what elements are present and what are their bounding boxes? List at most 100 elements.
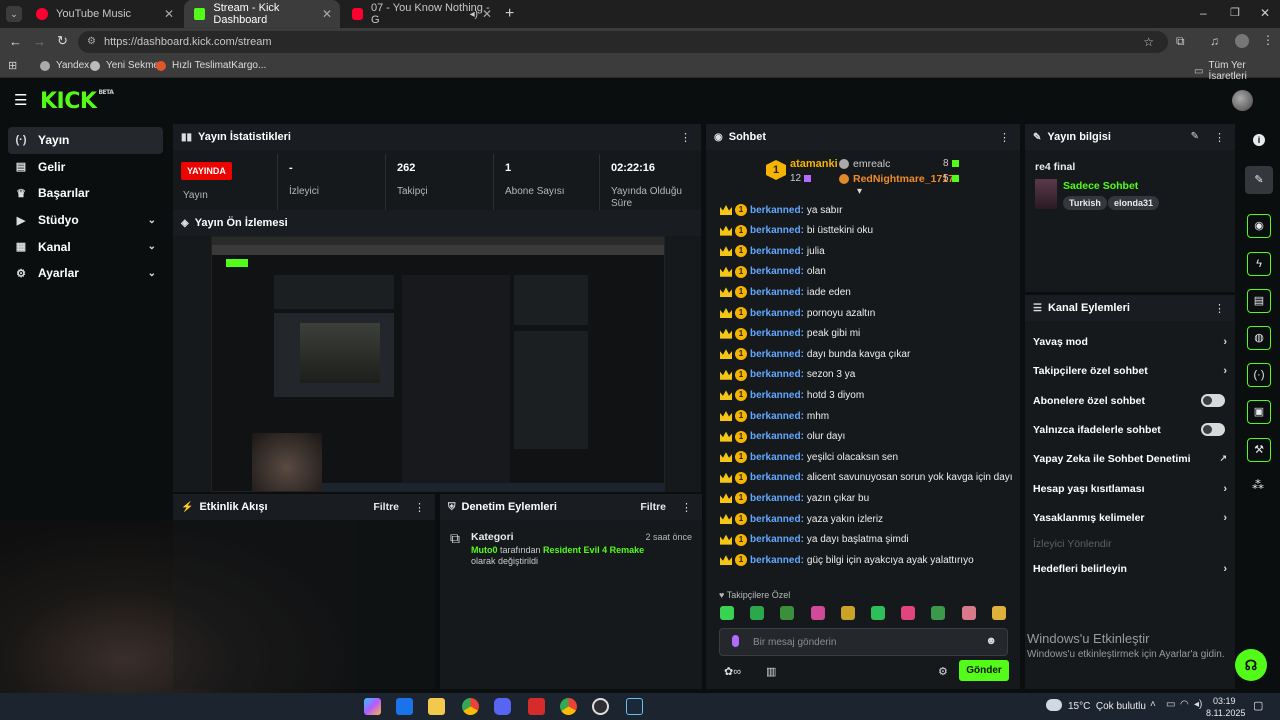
wifi-icon[interactable]: ◠ [1180, 699, 1189, 710]
chat-message[interactable]: 1 berkanned: yaza yakın izleriz [720, 509, 883, 529]
sidebar-item-gelir[interactable]: ▤ Gelir [0, 154, 168, 181]
chat-username[interactable]: berkanned: [750, 287, 804, 298]
emote-icon[interactable] [750, 606, 765, 620]
forward-icon[interactable]: → [33, 34, 46, 49]
chat-message[interactable]: 1 berkanned: bi üsttekini oku [720, 221, 873, 241]
clock-date[interactable]: 8.11.2025 [1206, 708, 1245, 718]
sidebar-item-basarilar[interactable]: ♛ Başarılar [0, 180, 168, 207]
document-icon[interactable]: ▤ [1247, 289, 1271, 313]
site-info-icon[interactable]: ⚙ [87, 31, 96, 53]
tag-elonda31[interactable]: elonda31 [1108, 196, 1160, 210]
tab-you-know-nothing[interactable]: 07 - You Know Nothing - G ◂) ✕ [342, 0, 500, 28]
chat-username[interactable]: berkanned: [750, 514, 804, 525]
chat-username[interactable]: berkanned: [750, 452, 804, 463]
action-followers-only[interactable]: Takipçilere özel sohbet › [1033, 356, 1231, 385]
send-button[interactable]: Gönder [959, 660, 1009, 681]
emoji-icon[interactable]: ☻ [985, 635, 997, 647]
mic-icon[interactable] [732, 635, 739, 647]
bookmark-kargo[interactable]: Hızlı TeslimatKargo... [156, 60, 266, 71]
expand-leaderboard-icon[interactable]: ▾ [857, 186, 862, 197]
media-icon[interactable]: ♫ [1210, 34, 1219, 48]
chrome-icon[interactable] [462, 698, 479, 715]
chat-message[interactable]: 1 berkanned: hotd 3 diyom [720, 385, 864, 405]
emote-icon[interactable] [810, 606, 825, 620]
back-icon[interactable]: ← [9, 34, 22, 49]
action-emotes-only[interactable]: Yalnızca ifadelerle sohbet [1033, 415, 1231, 444]
emote-icon[interactable] [931, 606, 946, 620]
tab-search-button[interactable]: ⌄ [6, 6, 22, 22]
chat-username[interactable]: berkanned: [750, 411, 804, 422]
notification-icon[interactable]: ▢ [1253, 699, 1263, 712]
close-tab-icon[interactable]: ✕ [322, 7, 332, 21]
extensions-icon[interactable]: ⧉ [1176, 34, 1185, 49]
chat-message[interactable]: 1 berkanned: yeşilci olacaksın sen [720, 447, 898, 467]
reload-icon[interactable]: ↻ [57, 33, 68, 49]
edit-icon[interactable]: ✎ [1191, 131, 1199, 142]
chat-message[interactable]: 1 berkanned: julia [720, 241, 825, 261]
tab-kick-dashboard[interactable]: Stream - Kick Dashboard ✕ [184, 0, 340, 28]
emotes-only-toggle[interactable] [1201, 423, 1225, 436]
dots-icon[interactable]: ⁂ [1252, 478, 1264, 492]
bookmark-yandex[interactable]: Yandex [40, 60, 89, 71]
bookmark-star-icon[interactable]: ☆ [1143, 31, 1154, 53]
emote-icon[interactable] [961, 606, 976, 620]
layout-icon[interactable]: ▣ [1247, 400, 1271, 424]
chat-username[interactable]: berkanned: [750, 205, 804, 216]
steam-icon[interactable] [626, 698, 643, 715]
chat-message[interactable]: 1 berkanned: olur dayı [720, 427, 845, 447]
emote-icon[interactable] [840, 606, 855, 620]
chat-message[interactable]: 1 berkanned: ya sabır [720, 200, 842, 220]
chat-message[interactable]: 1 berkanned: olan [720, 262, 826, 282]
sidebar-item-kanal[interactable]: ▦ Kanal ⌄ [0, 233, 168, 260]
outlook-icon[interactable] [396, 698, 413, 715]
chat-message[interactable]: 1 berkanned: güç bilgi için ayakcıya ayak … [720, 550, 974, 570]
tag-turkish[interactable]: Turkish [1063, 196, 1107, 210]
chat-message[interactable]: 1 berkanned: mhm [720, 406, 829, 426]
sidebar-item-ayarlar[interactable]: ⚙ Ayarlar ⌄ [0, 260, 168, 287]
tab-youtube-music[interactable]: YouTube Music ✕ [26, 0, 182, 28]
info-icon[interactable]: i [1253, 134, 1265, 146]
store-icon[interactable]: ▥ [766, 665, 776, 678]
bookmark-new-tab[interactable]: Yeni Sekme [90, 60, 159, 71]
discord-icon[interactable] [494, 698, 511, 715]
more-options-icon[interactable]: ⋮ [680, 131, 691, 144]
chat-username[interactable]: berkanned: [750, 266, 804, 277]
emote-icon[interactable] [780, 606, 795, 620]
obs-icon[interactable] [592, 698, 609, 715]
chat-username[interactable]: berkanned: [750, 472, 804, 483]
action-account-age[interactable]: Hesap yaşı kısıtlaması › [1033, 474, 1231, 503]
url-input[interactable]: ⚙ https://dashboard.kick.com/stream ☆ [78, 31, 1168, 53]
close-window-button[interactable]: ✕ [1260, 6, 1270, 20]
browser-menu-icon[interactable]: ⋮ [1262, 33, 1274, 47]
action-goals[interactable]: Hedefleri belirleyin › [1033, 554, 1231, 583]
chat-message[interactable]: 1 berkanned: iade eden [720, 282, 851, 302]
file-explorer-icon[interactable] [428, 698, 445, 715]
chat-username[interactable]: berkanned: [750, 534, 804, 545]
chat-bubble-icon[interactable]: ◍ [1247, 326, 1271, 350]
new-tab-button[interactable]: + [505, 5, 514, 23]
profile-avatar[interactable] [1235, 34, 1249, 48]
apps-grid-icon[interactable]: ⊞ [8, 59, 17, 72]
kick-logo[interactable]: KICK BETA [40, 89, 114, 114]
action-ai-moderation[interactable]: Yapay Zeka ile Sohbet Denetimi ↗ [1033, 444, 1231, 473]
more-options-icon[interactable]: ⋮ [999, 131, 1010, 144]
lightning-icon[interactable]: ϟ [1247, 252, 1271, 276]
network-icon[interactable]: ▭ [1166, 699, 1175, 710]
channel-points-icon[interactable]: ✿∞ [724, 665, 741, 678]
chat-message[interactable]: 1 berkanned: yazın çıkar bu [720, 488, 869, 508]
chat-username[interactable]: berkanned: [750, 431, 804, 442]
filter-button[interactable]: Filtre [640, 501, 666, 513]
weather-text[interactable]: 15°C Çok bulutlu [1068, 701, 1146, 712]
chat-input[interactable]: Bir mesaj gönderin ☻ [719, 628, 1008, 656]
more-options-icon[interactable]: ⋮ [414, 501, 425, 514]
minimize-button[interactable]: – [1200, 6, 1207, 20]
action-banned-words[interactable]: Yasaklanmış kelimeler › [1033, 503, 1231, 532]
chat-message[interactable]: 1 berkanned: sezon 3 ya [720, 365, 855, 385]
action-subscribers-only[interactable]: Abonelere özel sohbet [1033, 386, 1231, 415]
winrar-icon[interactable] [528, 698, 545, 715]
action-slow-mode[interactable]: Yavaş mod › [1033, 327, 1231, 356]
stream-video[interactable] [211, 236, 665, 492]
chat-message[interactable]: 1 berkanned: alicent savunuyosan sorun yok… [720, 468, 1013, 488]
chat-username[interactable]: berkanned: [750, 390, 804, 401]
speaker-icon[interactable]: ◂) [470, 9, 478, 20]
